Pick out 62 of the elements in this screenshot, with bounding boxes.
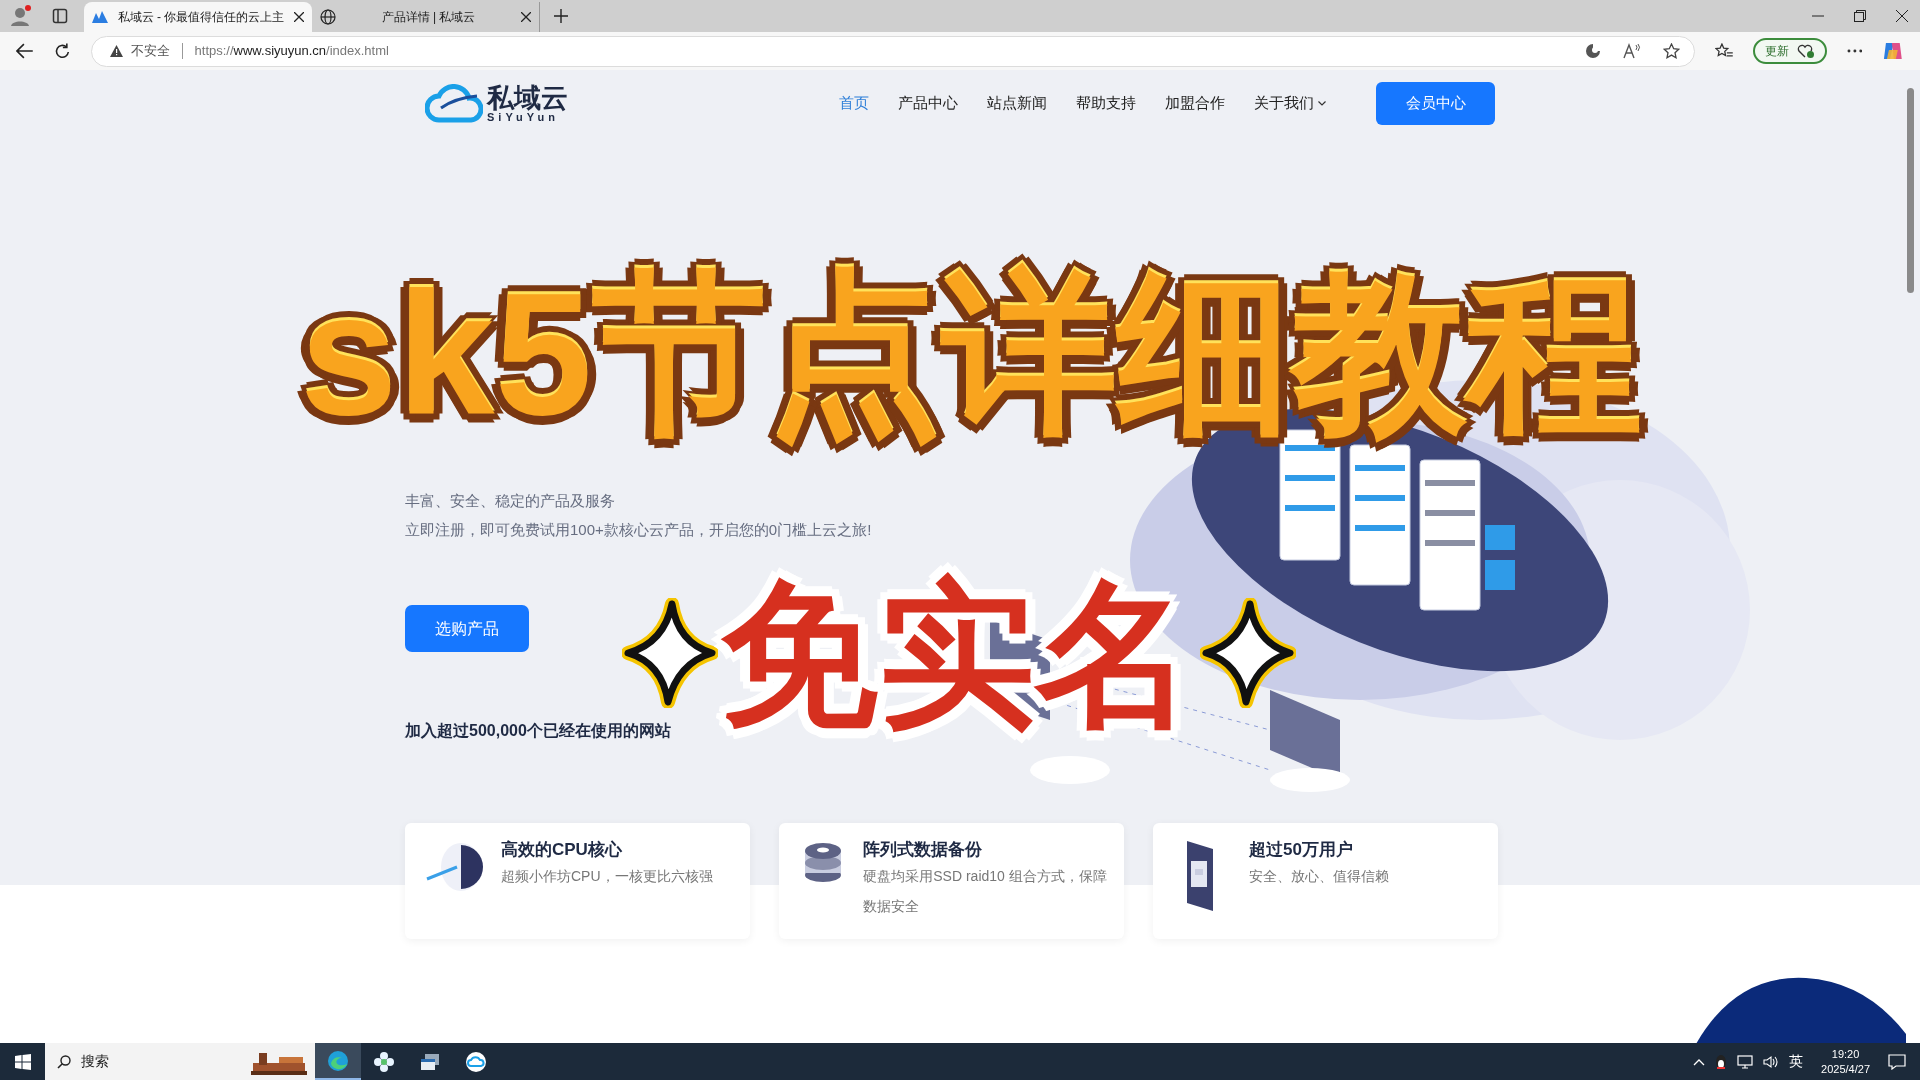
- cloud-logo-icon: [425, 83, 483, 124]
- logo-text: 私域云: [487, 84, 568, 112]
- shop-products-button[interactable]: 选购产品: [405, 605, 529, 652]
- close-icon[interactable]: [1896, 10, 1908, 22]
- favorite-icon[interactable]: [1662, 43, 1680, 59]
- nav-link[interactable]: 产品中心: [898, 92, 958, 115]
- feature-description: 超频小作坊CPU，一核更比六核强: [501, 866, 713, 886]
- close-icon[interactable]: [521, 12, 531, 22]
- speaker-icon[interactable]: [1763, 1054, 1780, 1069]
- feature-title: 高效的CPU核心: [501, 839, 623, 861]
- hero-subtitle: 丰富、安全、稳定的产品及服务: [405, 491, 616, 511]
- taskbar-search-field[interactable]: 搜索: [45, 1043, 315, 1080]
- network-icon[interactable]: [1737, 1054, 1754, 1069]
- scrollbar[interactable]: [1907, 88, 1914, 293]
- update-button[interactable]: 更新: [1752, 38, 1827, 64]
- feature-title: 超过50万用户: [1249, 839, 1354, 861]
- read-aloud-icon[interactable]: [1622, 43, 1641, 59]
- member-center-button[interactable]: 会员中心: [1376, 82, 1495, 125]
- penguin-icon[interactable]: [1715, 1053, 1728, 1070]
- chevron-up-icon[interactable]: [1693, 1057, 1706, 1066]
- mountain-favicon: [92, 11, 108, 23]
- search-icon: [57, 1054, 71, 1069]
- nav-link[interactable]: 关于我们: [1254, 92, 1326, 115]
- security-label: 不安全: [130, 42, 170, 61]
- feature-description: 硬盘均采用SSD raid10 组合方式，保障数据安全: [863, 866, 1108, 916]
- restore-icon[interactable]: [1854, 10, 1866, 22]
- copilot-icon[interactable]: [1882, 40, 1904, 62]
- windows-icon[interactable]: [14, 1053, 31, 1070]
- back-icon[interactable]: [16, 43, 34, 59]
- refresh-icon[interactable]: [53, 42, 71, 60]
- feature-title: 阵列式数据备份: [863, 839, 984, 861]
- nav-link[interactable]: 首页: [839, 92, 869, 115]
- feature-description: 安全、放心、值得信赖: [1249, 866, 1389, 886]
- input-method-indicator[interactable]: 英: [1789, 1051, 1804, 1072]
- edge-icon[interactable]: [327, 1049, 349, 1072]
- sparkle-icon: [1200, 598, 1296, 708]
- more-icon[interactable]: [1846, 49, 1863, 53]
- nav-link[interactable]: 站点新闻: [987, 92, 1047, 115]
- taskbar-clock[interactable]: 19:20 2025/4/27: [1813, 1046, 1878, 1077]
- join-text: 加入超过500,000个已经在使用的网站: [405, 721, 672, 741]
- logo-subtext: SiYuYun: [487, 111, 559, 123]
- url-text[interactable]: https://www.siyuyun.cn/index.html: [194, 41, 389, 61]
- sparkle-icon: [622, 598, 718, 708]
- search-placeholder: 搜索: [81, 1052, 109, 1071]
- profile-icon[interactable]: [10, 5, 32, 27]
- browser-tab[interactable]: 私域云 - 你最值得信任的云上主: [84, 2, 312, 32]
- new-tab-icon[interactable]: [554, 9, 568, 23]
- tab-actions-icon[interactable]: [52, 8, 68, 24]
- address-bar[interactable]: 不安全 https://www.siyuyun.cn/index.html: [90, 35, 1695, 67]
- nav-link[interactable]: 加盟合作: [1165, 92, 1225, 115]
- close-icon[interactable]: [294, 12, 304, 22]
- hero-description: 立即注册，即可免费试用100+款核心云产品，开启您的0门槛上云之旅!: [405, 519, 873, 540]
- heart-icon: [1796, 43, 1815, 59]
- window-app-icon[interactable]: [420, 1052, 440, 1071]
- globe-icon: [320, 9, 336, 25]
- flower-app-icon[interactable]: [373, 1050, 395, 1073]
- favorites-icon[interactable]: [1714, 43, 1733, 59]
- chevron-down-icon: [1318, 101, 1326, 106]
- cloud-app-icon[interactable]: [465, 1050, 487, 1073]
- nav-link[interactable]: 帮助支持: [1076, 92, 1136, 115]
- notification-icon[interactable]: [1888, 1053, 1906, 1070]
- warning-icon: [109, 45, 123, 57]
